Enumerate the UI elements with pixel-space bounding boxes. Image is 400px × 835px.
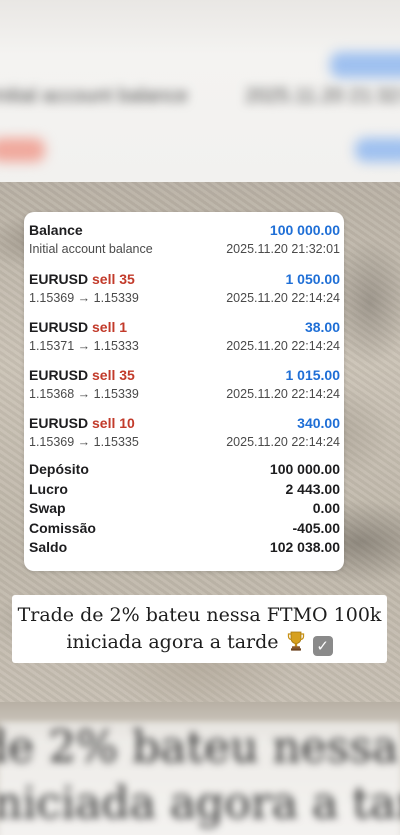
blurred-background-bottom: de 2% bateu nessa FTMO iniciada agora a … bbox=[0, 702, 400, 835]
blurred-shape bbox=[355, 138, 400, 162]
trophy-icon bbox=[287, 631, 305, 651]
entry-detail: 1.15368 → 1.15339 bbox=[29, 387, 139, 401]
history-entry[interactable]: EURUSD sell 35 1 050.00 1.15369 → 1.1533… bbox=[29, 267, 340, 315]
blurred-shape bbox=[0, 138, 45, 162]
history-entry[interactable]: EURUSD sell 35 1 015.00 1.15368 → 1.1533… bbox=[29, 363, 340, 411]
history-entry[interactable]: EURUSD sell 1 38.00 1.15371 → 1.15333 20… bbox=[29, 315, 340, 363]
summary-value: 2 443.00 bbox=[285, 480, 341, 497]
entry-action: sell 35 bbox=[92, 367, 135, 383]
entry-amount: 1 015.00 bbox=[285, 367, 341, 383]
summary-label: Swap bbox=[29, 500, 66, 516]
entry-time: 2025.11.20 22:14:24 bbox=[226, 291, 340, 305]
entry-time: 2025.11.20 22:14:24 bbox=[226, 435, 340, 449]
entry-time: 2025.11.20 21:32:01 bbox=[226, 242, 340, 256]
entry-action: sell 10 bbox=[92, 415, 135, 431]
summary-row-balance: Saldo 102 038.00 bbox=[29, 539, 340, 559]
summary-row-commission: Comissão -405.00 bbox=[29, 520, 340, 540]
summary-label: Comissão bbox=[29, 519, 96, 536]
entry-title: EURUSD sell 35 bbox=[29, 271, 135, 287]
entry-detail: 1.15369 → 1.15339 bbox=[29, 291, 139, 305]
entry-amount: 1 050.00 bbox=[285, 271, 341, 287]
entry-action: sell 1 bbox=[92, 319, 128, 335]
summary-row-deposit: Depósito 100 000.00 bbox=[29, 461, 340, 481]
summary-row-profit: Lucro 2 443.00 bbox=[29, 481, 340, 501]
account-statement-card: Balance 100 000.00 Initial account balan… bbox=[24, 212, 344, 571]
caption-line-1: Trade de 2% bateu nessa FTMO 100k bbox=[17, 604, 382, 626]
entry-amount: 38.00 bbox=[304, 319, 340, 335]
history-entry[interactable]: EURUSD sell 10 340.00 1.15369 → 1.15335 … bbox=[29, 411, 340, 459]
blurred-text: iniciada agora a tarde bbox=[0, 778, 400, 829]
summary-value: 102 038.00 bbox=[269, 539, 340, 555]
summary-label: Depósito bbox=[29, 461, 89, 477]
blurred-text: Initial account balance bbox=[0, 85, 188, 107]
entry-symbol: EURUSD bbox=[29, 415, 89, 431]
blurred-shape bbox=[330, 52, 400, 78]
summary-row-swap: Swap 0.00 bbox=[29, 500, 340, 520]
caption-line-2: iniciada agora a tarde ✓ bbox=[12, 629, 387, 656]
entry-amount: 100 000.00 bbox=[269, 222, 340, 238]
summary-label: Saldo bbox=[29, 539, 68, 555]
entry-symbol: EURUSD bbox=[29, 319, 89, 335]
entry-action: sell 35 bbox=[92, 271, 135, 287]
blurred-text: 2025.11.20 21:32:01 bbox=[245, 85, 400, 107]
entry-title: EURUSD sell 1 bbox=[29, 319, 127, 335]
check-mark-button-icon: ✓ bbox=[312, 636, 333, 656]
blurred-background-top: Initial account balance 2025.11.20 21:32… bbox=[0, 0, 400, 182]
summary-label: Lucro bbox=[29, 480, 68, 497]
blurred-text: de 2% bateu nessa FTMO bbox=[0, 722, 400, 773]
entry-title: EURUSD sell 10 bbox=[29, 415, 135, 431]
caption-line-2-text: iniciada agora a tarde bbox=[66, 631, 279, 653]
entry-detail: 1.15371 → 1.15333 bbox=[29, 339, 139, 353]
entry-time: 2025.11.20 22:14:24 bbox=[226, 339, 340, 353]
entry-symbol: Balance bbox=[29, 222, 83, 238]
summary-value: -405.00 bbox=[292, 519, 340, 536]
entry-detail: 1.15369 → 1.15335 bbox=[29, 435, 139, 449]
entry-symbol: EURUSD bbox=[29, 271, 89, 287]
account-summary: Depósito 100 000.00 Lucro 2 443.00 Swap … bbox=[29, 461, 340, 559]
entry-title: Balance bbox=[29, 222, 83, 238]
entry-detail: Initial account balance bbox=[29, 242, 153, 256]
entry-time: 2025.11.20 22:14:24 bbox=[226, 387, 340, 401]
entry-amount: 340.00 bbox=[297, 415, 340, 431]
summary-value: 0.00 bbox=[312, 500, 340, 516]
history-entry[interactable]: Balance 100 000.00 Initial account balan… bbox=[29, 218, 340, 266]
entry-symbol: EURUSD bbox=[29, 367, 89, 383]
history-entries: Balance 100 000.00 Initial account balan… bbox=[29, 218, 340, 459]
caption-box: Trade de 2% bateu nessa FTMO 100k inicia… bbox=[12, 595, 387, 663]
summary-value: 100 000.00 bbox=[269, 461, 340, 477]
entry-title: EURUSD sell 35 bbox=[29, 367, 135, 383]
